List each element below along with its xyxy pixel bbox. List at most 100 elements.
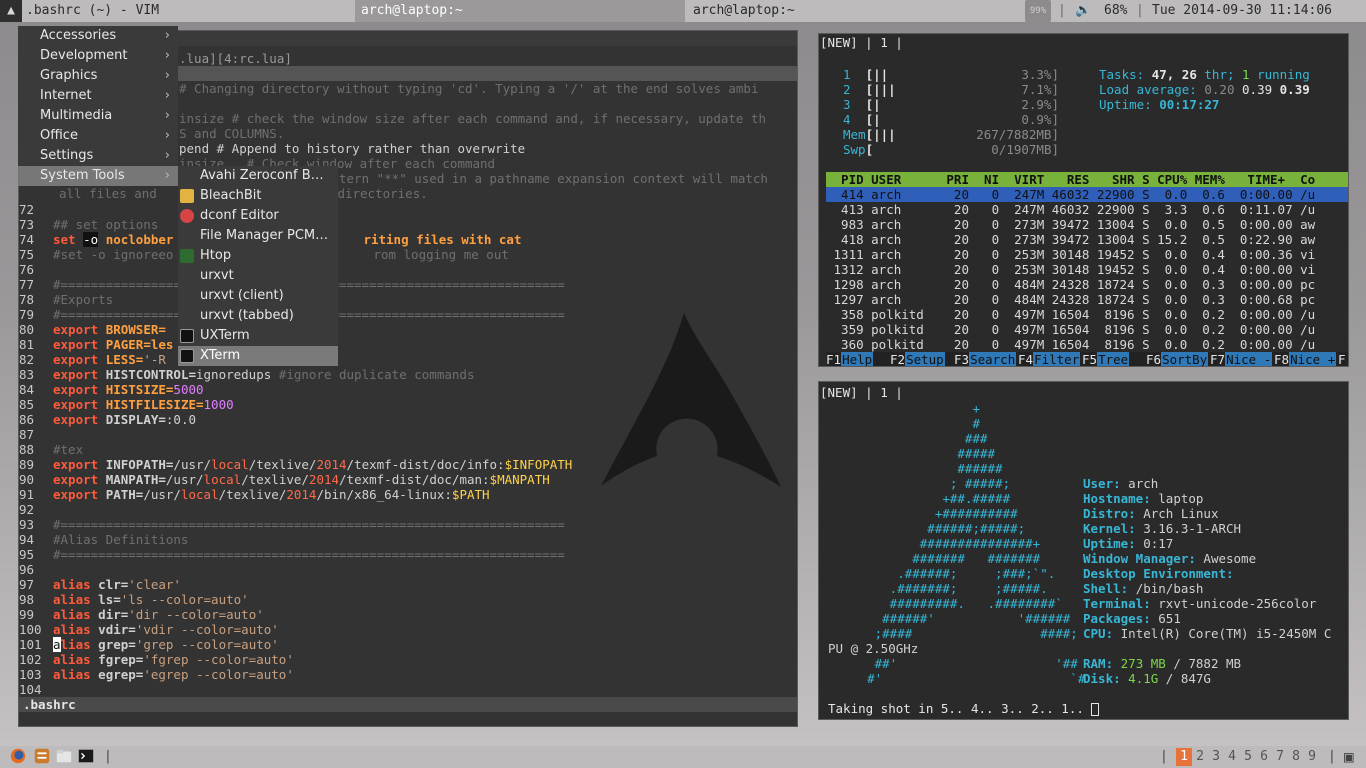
volume-level[interactable]: 68% xyxy=(1104,0,1127,22)
taskbar-item-terminal-2[interactable]: arch@laptop:~ xyxy=(693,0,795,22)
table-row[interactable]: 1297 arch 20 0 484M 24328 18724 S 0.0 0.… xyxy=(826,292,1316,307)
menu-item-development[interactable]: Development › xyxy=(18,46,178,66)
code-line: 83 export HISTCONTROL=ignoredups #ignore … xyxy=(19,367,475,382)
submenu-item-urxvt-tabbed[interactable]: urxvt (tabbed) xyxy=(178,306,338,326)
code-line: 72 xyxy=(19,202,35,217)
menu-item-system-tools[interactable]: System Tools › xyxy=(18,166,178,186)
terminal-tabbar[interactable]: [NEW] | 1 | xyxy=(820,35,903,50)
submenu-item-avahi[interactable]: Avahi Zeroconf B… xyxy=(178,166,338,186)
f2-setup-key[interactable]: F2Setup xyxy=(890,352,945,366)
code-line: 95 #=====================================… xyxy=(19,547,565,562)
table-row[interactable]: 418 arch 20 0 273M 39472 13004 S 15.2 0.… xyxy=(826,232,1315,247)
htop-terminal[interactable]: [NEW] | 1 | 1 [|| 3.3%] 2 [||| 7.1%] 3 [… xyxy=(818,33,1349,367)
table-row[interactable]: 413 arch 20 0 247M 46032 22900 S 3.3 0.6… xyxy=(826,202,1315,217)
firefox-icon[interactable] xyxy=(8,747,28,765)
f8-nice-plus-key[interactable]: F8Nice + xyxy=(1274,352,1337,366)
chevron-right-icon: › xyxy=(164,28,170,43)
code-line: tern "**" used in a pathname expansion c… xyxy=(339,171,768,186)
code-line: 91 export PATH=/usr/local/texlive/2014/bi… xyxy=(19,487,490,502)
tag-9[interactable]: 9 xyxy=(1304,748,1320,766)
submenu-item-bleachbit[interactable]: BleachBit xyxy=(178,186,338,206)
submenu-item-urxvt[interactable]: urxvt xyxy=(178,266,338,286)
layout-switcher-icon[interactable]: ▣ xyxy=(1344,748,1354,766)
clock[interactable]: Tue 2014-09-30 11:14:06 xyxy=(1152,0,1332,22)
separator: | xyxy=(1136,3,1144,18)
menu-item-office[interactable]: Office › xyxy=(18,126,178,146)
sublime-text-icon[interactable] xyxy=(32,747,52,765)
code-line: 96 xyxy=(19,562,35,577)
submenu-item-xterm[interactable]: XTerm xyxy=(178,346,338,366)
menu-item-settings[interactable]: Settings › xyxy=(18,146,178,166)
code-line: 102 alias fgrep='fgrep --color=auto' xyxy=(19,652,294,667)
tag-5[interactable]: 5 xyxy=(1240,748,1256,766)
code-line: 101 alias grep='grep --color=auto' xyxy=(19,637,279,652)
code-line: 73 ## set options xyxy=(19,217,159,232)
chevron-right-icon: › xyxy=(164,88,170,103)
code-line: 90 export MANPATH=/usr/local/texlive/2014… xyxy=(19,472,550,487)
submenu-item-urxvt-client[interactable]: urxvt (client) xyxy=(178,286,338,306)
code-line: insize # check the window size after eac… xyxy=(179,111,766,126)
taskbar-item-terminal-1[interactable]: arch@laptop:~ xyxy=(355,0,685,22)
f9-key[interactable]: F xyxy=(1338,352,1346,366)
code-line: 87 xyxy=(19,427,35,442)
code-line: 89 export INFOPATH=/usr/local/texlive/201… xyxy=(19,457,573,472)
code-line: 92 xyxy=(19,502,35,517)
code-line: 104 xyxy=(19,682,42,697)
chevron-right-icon: › xyxy=(164,68,170,83)
code-line: 94 #Alias Definitions xyxy=(19,532,189,547)
code-line: 103 alias egrep='egrep --color=auto' xyxy=(19,667,294,682)
code-line: pend # Append to history rather than ove… xyxy=(179,141,526,156)
tag-8[interactable]: 8 xyxy=(1288,748,1304,766)
table-row[interactable]: 359 polkitd 20 0 497M 16504 8196 S 0.0 0… xyxy=(826,322,1315,337)
vim-tab-label[interactable]: .lua][4:rc.lua] xyxy=(179,51,292,66)
code-line: 78 #Exports xyxy=(19,292,114,307)
bottom-panel: | | 1 2 3 4 5 6 7 8 9 | ▣ xyxy=(0,746,1366,768)
submenu-item-uxterm[interactable]: UXTerm xyxy=(178,326,338,346)
chevron-right-icon: › xyxy=(164,148,170,163)
tag-6[interactable]: 6 xyxy=(1256,748,1272,766)
tag-4[interactable]: 4 xyxy=(1224,748,1240,766)
terminal-tabbar[interactable]: [NEW] | 1 | xyxy=(820,385,903,400)
separator: | xyxy=(1328,749,1336,764)
volume-icon[interactable]: 🔊 xyxy=(1075,0,1091,22)
chevron-right-icon: › xyxy=(164,108,170,123)
arch-logo-icon xyxy=(601,313,781,487)
table-row[interactable]: 414 arch 20 0 247M 46032 22900 S 0.0 0.6… xyxy=(826,187,1315,202)
table-row[interactable]: 1298 arch 20 0 484M 24328 18724 S 0.0 0.… xyxy=(826,277,1316,292)
code-line: 100 alias vdir='vdir --color=auto' xyxy=(19,622,279,637)
submenu-item-file-manager[interactable]: File Manager PCM… xyxy=(178,226,338,246)
f7-nice-minus-key[interactable]: F7Nice - xyxy=(1210,352,1273,366)
terminal-icon[interactable] xyxy=(76,747,96,765)
cursor xyxy=(1091,703,1100,716)
menu-item-internet[interactable]: Internet › xyxy=(18,86,178,106)
tag-3[interactable]: 3 xyxy=(1208,748,1224,766)
battery-icon[interactable]: 99% xyxy=(1025,0,1051,22)
menu-item-graphics[interactable]: Graphics › xyxy=(18,66,178,86)
system-tools-submenu: Avahi Zeroconf B… BleachBit dconf Editor… xyxy=(178,166,338,366)
tag-1[interactable]: 1 xyxy=(1176,748,1192,766)
table-row[interactable]: 358 polkitd 20 0 497M 16504 8196 S 0.0 0… xyxy=(826,307,1315,322)
f6-sortby-key[interactable]: F6SortBy xyxy=(1146,352,1209,366)
folder-icon[interactable] xyxy=(54,747,74,765)
submenu-item-htop[interactable]: Htop xyxy=(178,246,338,266)
process-table-header[interactable]: PID USER PRI NI VIRT RES SHR S CPU% MEM%… xyxy=(826,172,1348,187)
f5-tree-key[interactable]: F5Tree xyxy=(1082,352,1130,366)
f4-filter-key[interactable]: F4Filter xyxy=(1018,352,1081,366)
shell-prompt[interactable]: Taking shot in 5.. 4.. 3.. 2.. 1.. xyxy=(828,701,1100,716)
tag-2[interactable]: 2 xyxy=(1192,748,1208,766)
menu-item-multimedia[interactable]: Multimedia › xyxy=(18,106,178,126)
dconf-icon xyxy=(180,209,194,223)
arch-launcher-icon[interactable]: ▲ xyxy=(0,0,22,22)
tag-7[interactable]: 7 xyxy=(1272,748,1288,766)
table-row[interactable]: 360 polkitd 20 0 497M 16504 8196 S 0.0 0… xyxy=(826,337,1315,352)
vim-statusline: .bashrc xyxy=(19,697,797,712)
submenu-item-dconf[interactable]: dconf Editor xyxy=(178,206,338,226)
focused-window-title: .bashrc (~) - VIM xyxy=(26,3,160,18)
table-row[interactable]: 983 arch 20 0 273M 39472 13004 S 0.0 0.5… xyxy=(826,217,1315,232)
f3-search-key[interactable]: F3Search xyxy=(954,352,1017,366)
screenfetch-terminal[interactable]: [NEW] | 1 | + # ### ##### ###### ; #####… xyxy=(818,381,1349,720)
menu-item-accessories[interactable]: Accessories › xyxy=(18,26,178,46)
f1-help-key[interactable]: F1Help xyxy=(826,352,874,366)
table-row[interactable]: 1312 arch 20 0 253M 30148 19452 S 0.0 0.… xyxy=(826,262,1316,277)
table-row[interactable]: 1311 arch 20 0 253M 30148 19452 S 0.0 0.… xyxy=(826,247,1316,262)
